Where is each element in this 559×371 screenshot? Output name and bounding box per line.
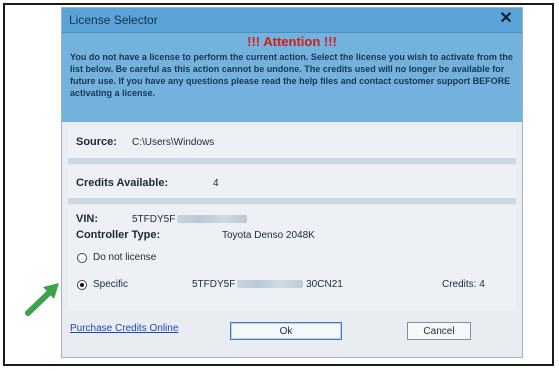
source-value: C:\Users\Windows [132,137,215,148]
vin-label: VIN: [76,213,98,225]
credits-value: 4 [213,178,219,189]
option-specific-label[interactable]: Specific [93,279,128,290]
titlebar: License Selector ✕ [62,8,522,33]
attention-heading: !!! Attention !!! [247,34,337,49]
radio-selected-dot [80,283,84,287]
divider [68,198,516,204]
blurred-vin [177,215,248,224]
specific-license-code: 5TFDY5F 30CN21 [192,279,343,290]
purchase-credits-link[interactable]: Purchase Credits Online [70,323,178,334]
license-panel: VIN: 5TFDY5F Controller Type: Toyota Den… [68,206,516,310]
credits-label: Credits Available: [76,177,169,189]
close-icon[interactable]: ✕ [496,9,516,29]
controller-type-value: Toyota Denso 2048K [222,230,315,241]
green-arrow-icon [25,283,59,316]
attention-message: You do not have a license to perform the… [70,52,513,98]
cancel-button[interactable]: Cancel [407,322,471,340]
blurred-code [237,280,304,289]
vin-value: 5TFDY5F [132,214,248,225]
option-do-not-license-label[interactable]: Do not license [93,252,156,263]
radio-specific[interactable] [77,280,87,290]
divider [68,158,516,164]
ok-button[interactable]: Ok [230,322,342,340]
credits-panel: Credits Available: 4 [68,166,516,198]
specific-credits: Credits: 4 [442,279,485,290]
source-label: Source: [76,136,117,148]
window-title: License Selector [69,13,158,27]
radio-do-not-license[interactable] [77,253,87,263]
source-panel: Source: C:\Users\Windows [68,126,516,158]
license-selector-dialog: License Selector ✕ !!! Attention !!! You… [62,8,522,357]
controller-type-label: Controller Type: [76,229,161,241]
attention-banner: !!! Attention !!! You do not have a lice… [62,33,522,122]
